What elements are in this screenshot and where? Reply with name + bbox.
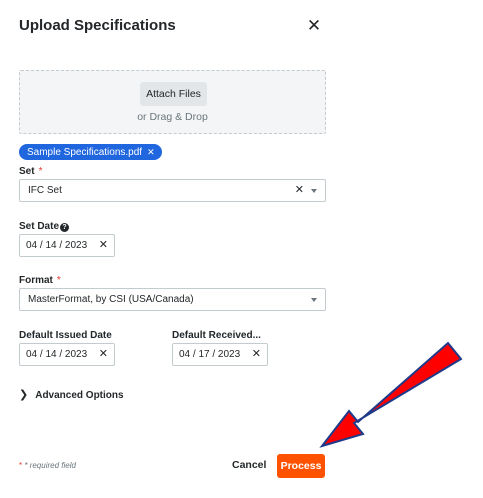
chevron-down-icon[interactable] xyxy=(311,189,317,193)
format-label: Format * xyxy=(19,275,61,286)
help-icon[interactable]: ? xyxy=(60,223,70,232)
attached-file-name: Sample Specifications.pdf xyxy=(27,147,143,158)
required-asterisk: * xyxy=(38,166,43,177)
required-field-note: * * required field xyxy=(19,461,76,470)
attach-files-button[interactable]: Attach Files xyxy=(140,82,207,106)
default-issued-date-label: Default Issued Date xyxy=(19,330,112,341)
advanced-options-label: Advanced Options xyxy=(35,390,124,401)
advanced-options-toggle[interactable]: ❯ Advanced Options xyxy=(19,388,124,401)
default-received-date-label: Default Received... xyxy=(172,330,261,341)
chevron-down-icon[interactable] xyxy=(311,298,317,302)
default-issued-date-clear-icon[interactable]: ✕ xyxy=(99,344,108,365)
format-select[interactable]: MasterFormat, by CSI (USA/Canada) xyxy=(19,288,326,311)
attached-file-chip: Sample Specifications.pdf ✕ xyxy=(19,144,162,160)
default-received-date-clear-icon[interactable]: ✕ xyxy=(252,344,261,365)
default-issued-date-value: 04 / 14 / 2023 xyxy=(26,349,88,360)
drag-drop-hint: or Drag & Drop xyxy=(137,111,208,123)
required-asterisk: * xyxy=(56,275,61,286)
set-label: Set * xyxy=(19,166,42,177)
default-received-date-input[interactable]: 04 / 17 / 2023 ✕ xyxy=(172,343,268,366)
set-date-label-text: Set Date xyxy=(19,221,60,232)
required-field-text: * required field xyxy=(22,461,76,470)
cancel-button[interactable]: Cancel xyxy=(232,459,266,471)
format-label-text: Format xyxy=(19,275,53,286)
close-icon[interactable]: ✕ xyxy=(305,16,323,36)
set-date-clear-icon[interactable]: ✕ xyxy=(99,235,108,256)
format-value: MasterFormat, by CSI (USA/Canada) xyxy=(28,294,194,305)
file-dropzone[interactable]: Attach Files or Drag & Drop xyxy=(19,70,326,134)
modal-title: Upload Specifications xyxy=(19,17,176,34)
set-value: IFC Set xyxy=(28,185,62,196)
set-clear-icon[interactable]: ✕ xyxy=(295,180,304,201)
set-date-input[interactable]: 04 / 14 / 2023 ✕ xyxy=(19,234,115,257)
default-received-date-value: 04 / 17 / 2023 xyxy=(179,349,241,360)
default-issued-date-input[interactable]: 04 / 14 / 2023 ✕ xyxy=(19,343,115,366)
set-label-text: Set xyxy=(19,166,35,177)
process-button[interactable]: Process xyxy=(277,454,325,478)
remove-file-icon[interactable]: ✕ xyxy=(147,147,155,157)
arrow-shape xyxy=(319,341,463,448)
set-select[interactable]: IFC Set ✕ xyxy=(19,179,326,202)
set-date-value: 04 / 14 / 2023 xyxy=(26,240,88,251)
chevron-right-icon: ❯ xyxy=(19,389,29,401)
set-date-label: Set Date? xyxy=(19,221,70,232)
